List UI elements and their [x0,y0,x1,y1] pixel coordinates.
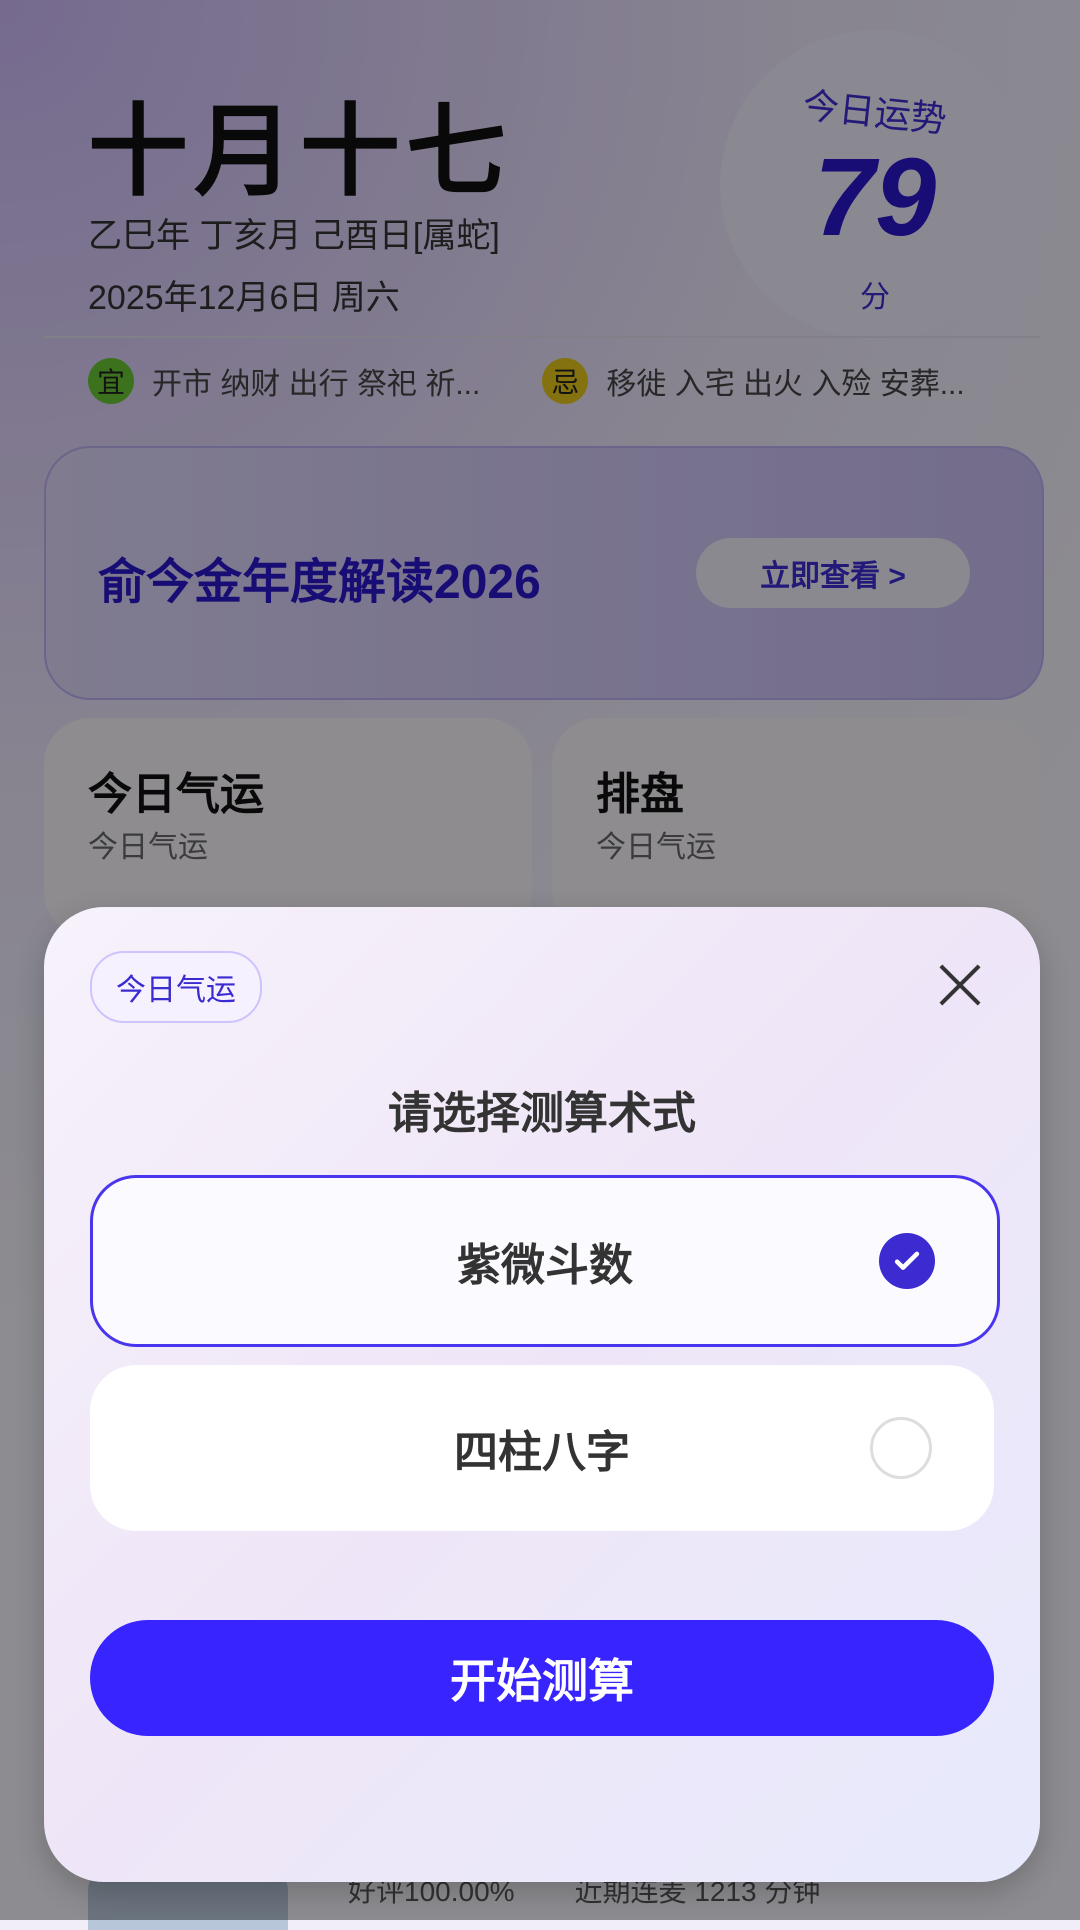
option-ziwei[interactable]: 紫微斗数 [90,1175,1000,1347]
method-select-modal: 今日气运 请选择测算术式 紫微斗数 四柱八字 开始测算 [44,907,1040,1882]
option-bazi[interactable]: 四柱八字 [90,1365,994,1531]
radio-empty-icon[interactable] [870,1417,932,1479]
modal-title: 请选择测算术式 [388,1089,696,1138]
option-label: 四柱八字 [454,1428,630,1477]
close-icon[interactable] [938,963,982,1007]
modal-tag: 今日气运 [90,951,262,1023]
option-label: 紫微斗数 [457,1241,633,1290]
checkmark-icon[interactable] [879,1233,935,1289]
start-calculation-button[interactable]: 开始测算 [90,1620,994,1736]
check-svg [894,1251,920,1270]
